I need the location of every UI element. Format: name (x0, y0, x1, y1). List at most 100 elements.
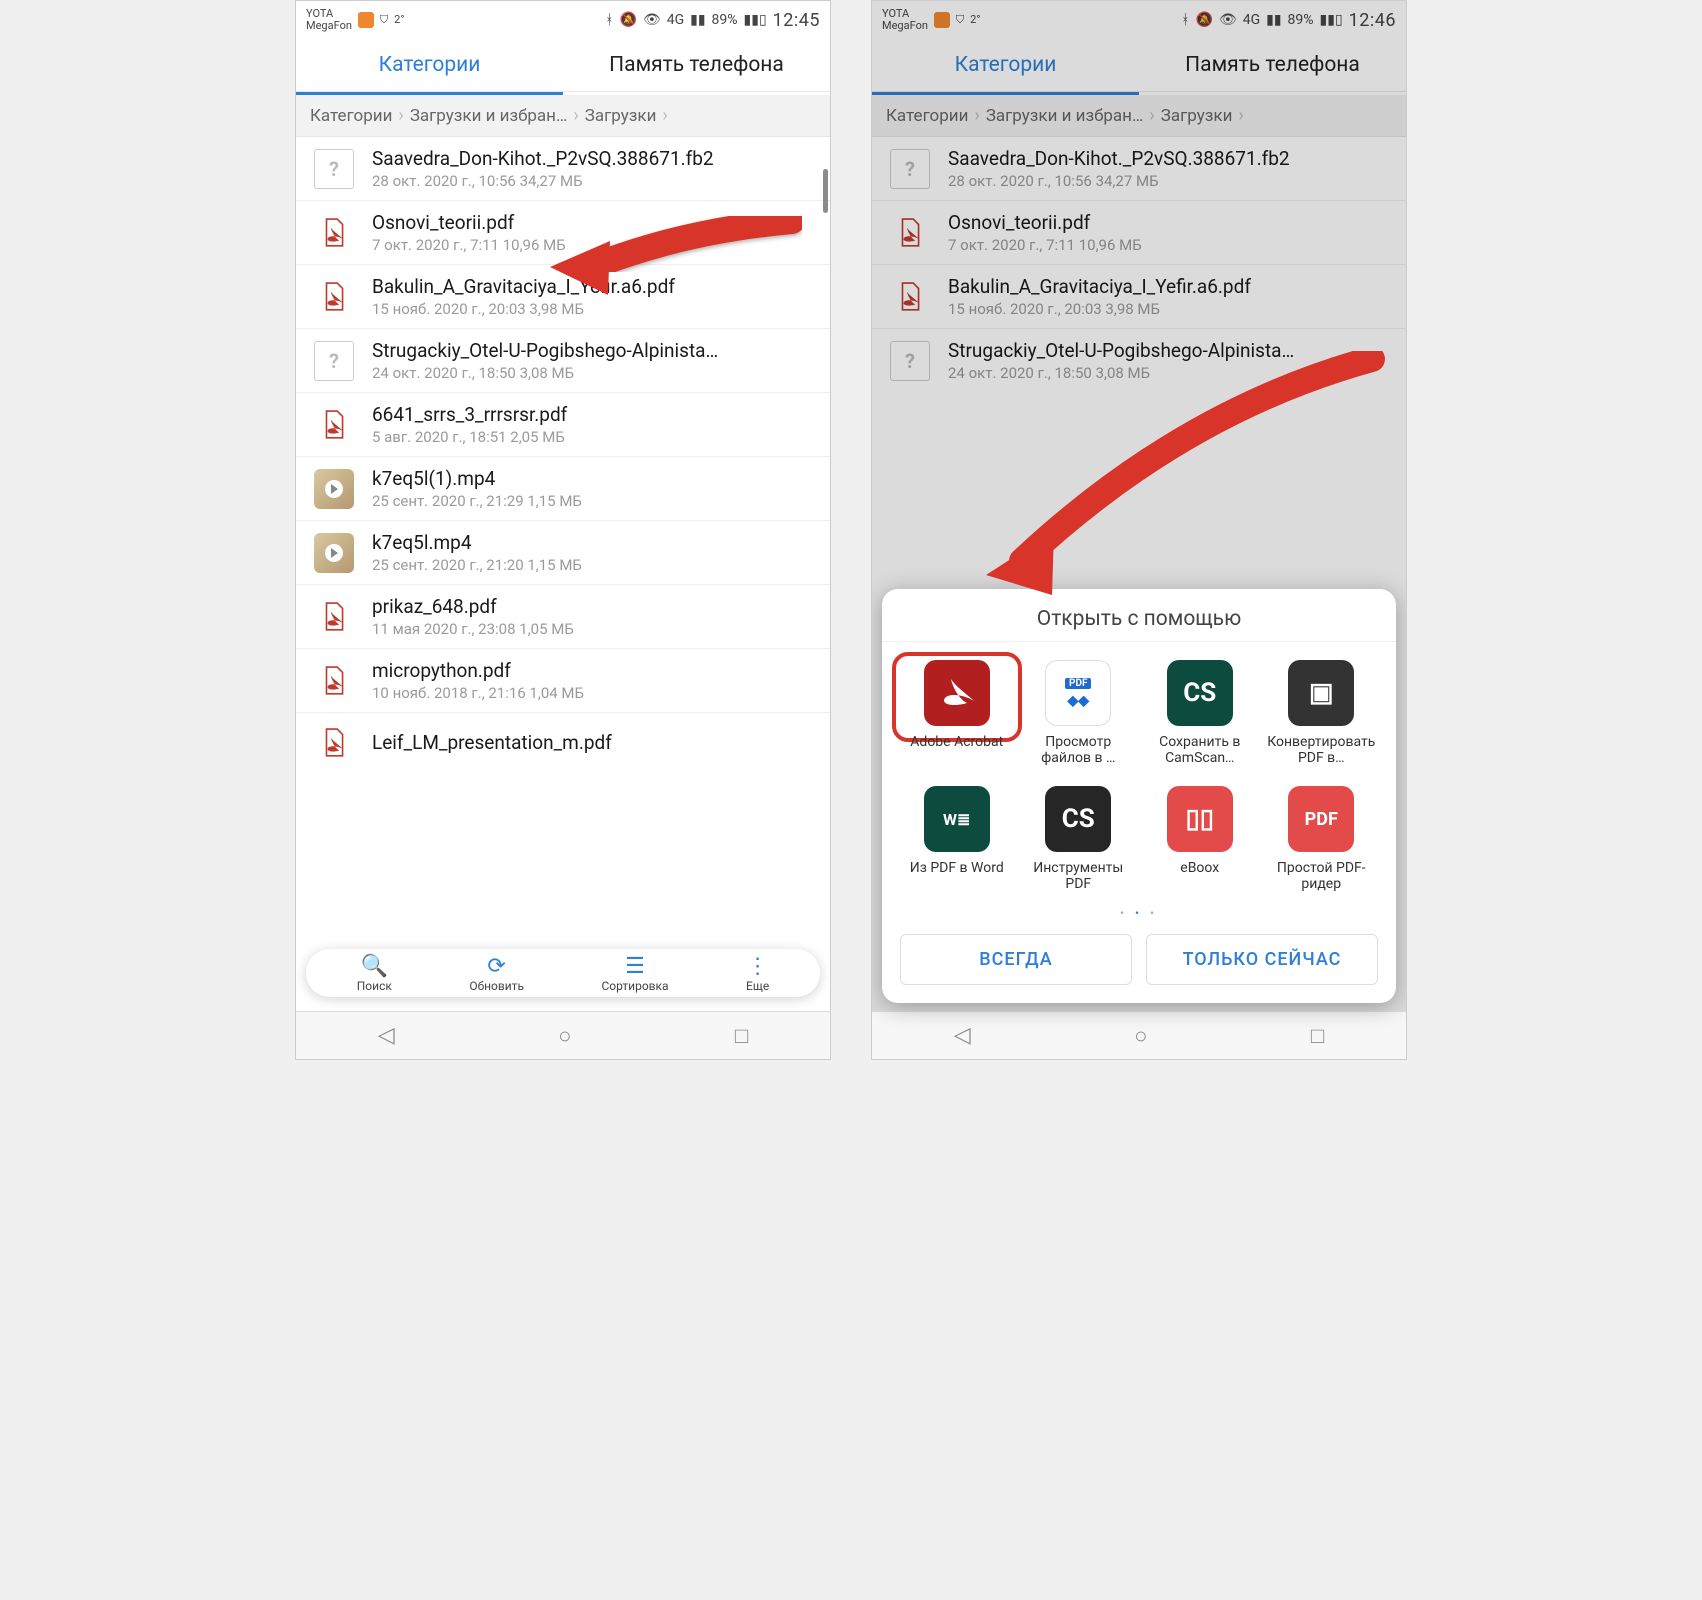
app-camscanner-save[interactable]: CS Сохранить в CamScan… (1143, 660, 1257, 768)
camscanner-icon: CS (1167, 660, 1233, 726)
file-list[interactable]: ? Saavedra_Don-Kihot._P2vSQ.388671.fb228… (872, 137, 1406, 392)
chevron-right-icon: › (1238, 105, 1243, 126)
file-meta: 7 окт. 2020 г., 7:11 10,96 МБ (948, 236, 1388, 254)
file-meta: 15 нояб. 2020 г., 20:03 3,98 МБ (948, 300, 1388, 318)
chevron-right-icon: › (662, 105, 667, 126)
eye-icon: 👁 (1219, 12, 1237, 28)
tab-phone-memory[interactable]: Память телефона (1139, 37, 1406, 91)
file-row[interactable]: ? Strugackiy_Otel-U-Pogibshego-Alpinista… (872, 329, 1406, 392)
home-icon[interactable]: ○ (558, 1023, 571, 1049)
app-pdf-tools[interactable]: CS Инструменты PDF (1022, 786, 1136, 894)
tabs: Категории Память телефона (872, 37, 1406, 92)
app-convert-pdf[interactable]: ▣ Конвертировать PDF в… (1265, 660, 1379, 768)
file-row[interactable]: k7eq5l.mp425 сент. 2020 г., 21:20 1,15 М… (296, 521, 830, 585)
image-icon: ▣ (1288, 660, 1354, 726)
net-icon: 4G (667, 12, 684, 28)
crumb-1[interactable]: Категории (310, 106, 392, 126)
chevron-right-icon: › (1149, 105, 1154, 126)
breadcrumbs: Категории › Загрузки и избран… › Загрузк… (872, 95, 1406, 137)
file-row[interactable]: ? Saavedra_Don-Kihot._P2vSQ.388671.fb228… (872, 137, 1406, 201)
bluetooth-icon: ᚼ (1181, 12, 1189, 28)
more-icon: ⋮ (746, 955, 769, 979)
adobe-acrobat-icon (924, 660, 990, 726)
file-list[interactable]: ? Saavedra_Don-Kihot._P2vSQ.388671.fb228… (296, 137, 830, 773)
file-name: Leif_LM_presentation_m.pdf (372, 731, 812, 754)
app-simple-pdf-reader[interactable]: PDF Простой PDF-ридер (1265, 786, 1379, 894)
file-name: prikaz_648.pdf (372, 595, 812, 618)
scrollbar[interactable] (823, 169, 828, 213)
toolbar-more[interactable]: ⋮Еще (746, 955, 769, 993)
app-dropbox-viewer[interactable]: PDF◆◆ Просмотр файлов в … (1022, 660, 1136, 768)
file-row[interactable]: Bakulin_A_Gravitaciya_I_Yefir.a6.pdf15 н… (872, 265, 1406, 329)
file-row[interactable]: micropython.pdf 10 нояб. 2018 г., 21:16 1… (296, 649, 830, 713)
file-pdf-icon (314, 661, 354, 701)
signal-icon: ▮▮ (690, 12, 705, 28)
app-grid: Adobe Acrobat PDF◆◆ Просмотр файлов в … … (882, 642, 1396, 902)
book-icon: ▯▯ (1167, 786, 1233, 852)
app-eboox[interactable]: ▯▯ eBoox (1143, 786, 1257, 894)
app-label: Инструменты PDF (1022, 860, 1136, 894)
file-meta: 28 окт. 2020 г., 10:56 34,27 МБ (372, 172, 812, 190)
file-video-icon (314, 469, 354, 509)
always-button[interactable]: ВСЕГДА (900, 934, 1132, 985)
file-name: Strugackiy_Otel-U-Pogibshego-Alpinista… (948, 339, 1388, 362)
crumb-2[interactable]: Загрузки и избран… (986, 106, 1144, 126)
phone-right: YOTA MegaFon ⛉ 2° ᚼ 🔕 👁 4G ▮▮ 89% ▮▮▯ 12… (871, 0, 1407, 1060)
file-name: k7eq5l(1).mp4 (372, 467, 812, 490)
app-badge-icon (358, 12, 374, 28)
file-name: micropython.pdf (372, 659, 812, 682)
mute-icon: 🔕 (620, 12, 637, 28)
file-name: k7eq5l.mp4 (372, 531, 812, 554)
tab-categories[interactable]: Категории (296, 37, 563, 91)
home-icon[interactable]: ○ (1134, 1023, 1147, 1049)
file-meta: 25 сент. 2020 г., 21:29 1,15 МБ (372, 492, 812, 510)
shield-icon: ⛉ (956, 14, 964, 26)
status-temp: 2° (970, 14, 980, 26)
eye-icon: 👁 (643, 12, 661, 28)
crumb-1[interactable]: Категории (886, 106, 968, 126)
file-meta: 10 нояб. 2018 г., 21:16 1,04 МБ (372, 684, 812, 702)
app-pdf-to-word[interactable]: W≣ Из PDF в Word (900, 786, 1014, 894)
crumb-3[interactable]: Загрузки (1161, 106, 1233, 126)
carrier-2: MegaFon (882, 20, 928, 32)
battery-pct: 89% (1288, 12, 1314, 28)
file-row[interactable]: k7eq5l(1).mp4 25 сент. 2020 г., 21:29 1,1… (296, 457, 830, 521)
file-pdf-icon (314, 277, 354, 317)
file-row[interactable]: Osnovi_teorii.pdf7 окт. 2020 г., 7:11 10… (296, 201, 830, 265)
app-badge-icon (934, 12, 950, 28)
toolbar-refresh[interactable]: ⟳Обновить (469, 955, 524, 993)
file-name: Strugackiy_Otel-U-Pogibshego-Alpinista… (372, 339, 812, 362)
mute-icon: 🔕 (1196, 12, 1213, 28)
tab-categories[interactable]: Категории (872, 37, 1139, 91)
crumb-3[interactable]: Загрузки (585, 106, 657, 126)
file-meta: 24 окт. 2020 г., 18:50 3,08 МБ (948, 364, 1388, 382)
file-row[interactable]: Bakulin_A_Gravitaciya_I_Yefir.a6.pdf15 н… (296, 265, 830, 329)
tab-phone-memory[interactable]: Память телефона (563, 37, 830, 91)
app-label: Просмотр файлов в … (1022, 734, 1136, 768)
page-indicator: • • • (882, 902, 1396, 920)
open-with-sheet: Открыть с помощью Adobe Acrobat PDF◆◆ Пр… (882, 589, 1396, 1003)
app-adobe-acrobat[interactable]: Adobe Acrobat (900, 660, 1014, 768)
status-bar: YOTA MegaFon ⛉ 2° ᚼ 🔕 👁 4G ▮▮ 89% ▮▮▯ 12… (872, 1, 1406, 37)
file-pdf-icon (314, 213, 354, 253)
file-row[interactable]: Leif_LM_presentation_m.pdf (296, 713, 830, 773)
crumb-2[interactable]: Загрузки и избран… (410, 106, 568, 126)
file-row[interactable]: ? Strugackiy_Otel-U-Pogibshego-Alpinista… (296, 329, 830, 393)
toolbar-sort[interactable]: ☰Сортировка (601, 955, 668, 993)
back-icon[interactable]: ◁ (954, 1023, 971, 1048)
app-label: Простой PDF-ридер (1265, 860, 1379, 894)
pdf-icon: PDF (1288, 786, 1354, 852)
file-row[interactable]: Osnovi_teorii.pdf 7 окт. 2020 г., 7:11 10… (872, 201, 1406, 265)
file-row[interactable]: 6641_srrs_3_rrrsrsr.pdf5 авг. 2020 г., 1… (296, 393, 830, 457)
just-once-button[interactable]: ТОЛЬКО СЕЙЧАС (1146, 934, 1378, 985)
file-name: Osnovi_teorii.pdf (948, 211, 1388, 234)
back-icon[interactable]: ◁ (378, 1023, 395, 1048)
file-row[interactable]: prikaz_648.pdf 11 мая 2020 г., 23:08 1,05… (296, 585, 830, 649)
file-unknown-icon: ? (890, 149, 930, 189)
system-navbar: ◁ ○ □ (296, 1011, 830, 1059)
recent-icon[interactable]: □ (735, 1023, 748, 1049)
toolbar-search[interactable]: 🔍Поиск (357, 955, 392, 993)
recent-icon[interactable]: □ (1311, 1023, 1324, 1049)
file-meta: 11 мая 2020 г., 23:08 1,05 МБ (372, 620, 812, 638)
file-row[interactable]: ? Saavedra_Don-Kihot._P2vSQ.388671.fb228… (296, 137, 830, 201)
